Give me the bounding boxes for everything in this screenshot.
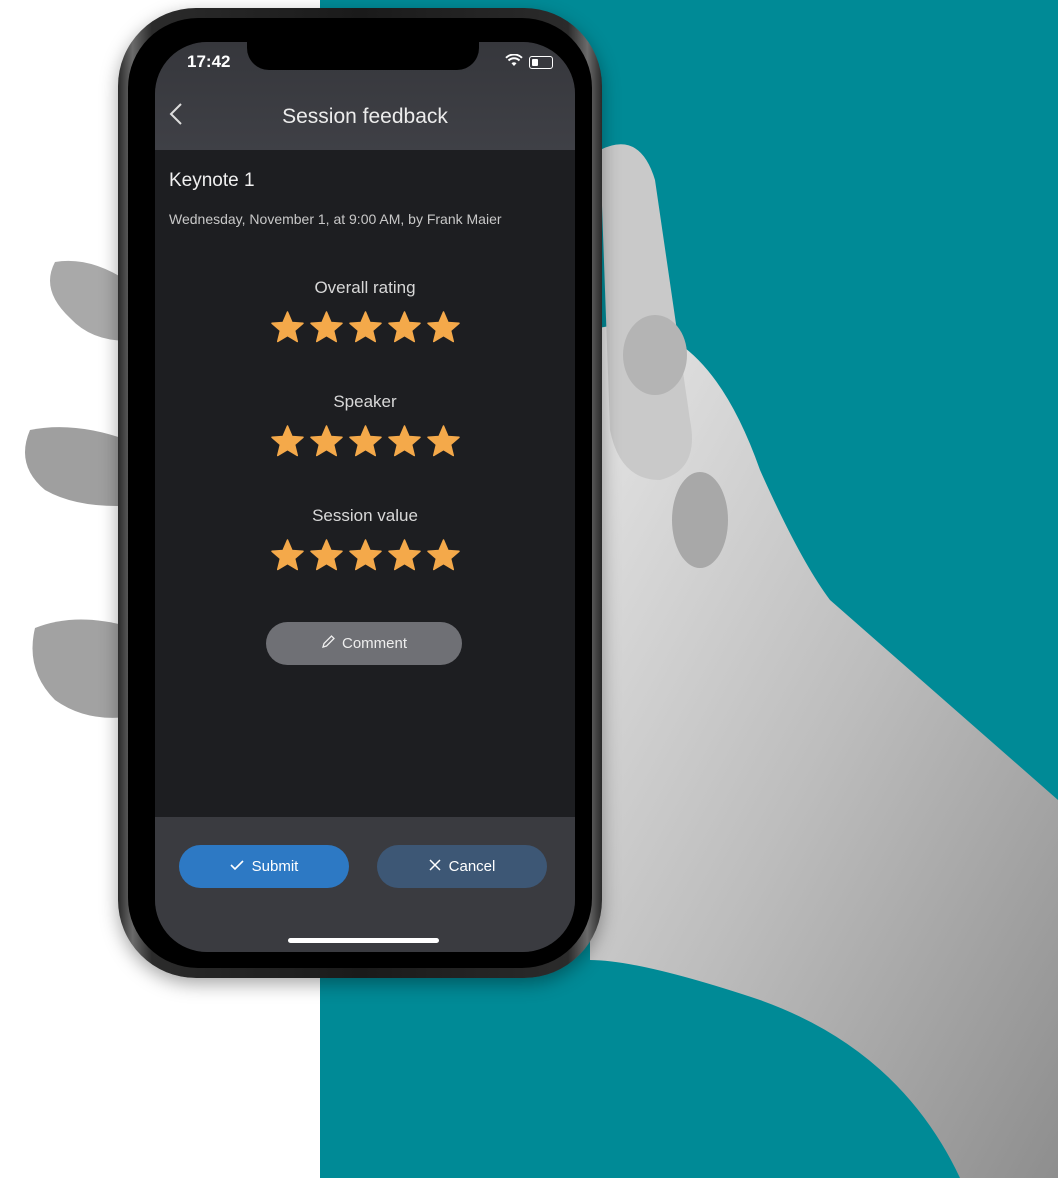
submit-button[interactable]: Submit xyxy=(179,845,349,888)
session-value-label: Session value xyxy=(312,506,418,525)
star-icon[interactable] xyxy=(426,538,461,573)
star-icon[interactable] xyxy=(348,310,383,345)
battery-icon xyxy=(529,55,553,69)
speaker-rating-stars xyxy=(155,424,575,459)
pencil-icon xyxy=(321,634,336,653)
star-icon[interactable] xyxy=(426,310,461,345)
session-title: Keynote 1 xyxy=(169,170,255,191)
speaker-rating-label: Speaker xyxy=(333,392,397,411)
status-icons xyxy=(505,53,553,70)
star-icon[interactable] xyxy=(426,424,461,459)
star-icon[interactable] xyxy=(348,424,383,459)
status-time: 17:42 xyxy=(187,52,231,71)
star-icon[interactable] xyxy=(309,310,344,345)
session-value-stars xyxy=(155,538,575,573)
home-indicator[interactable] xyxy=(288,938,439,943)
page-title: Session feedback xyxy=(282,105,448,128)
overall-rating-label: Overall rating xyxy=(314,278,416,297)
close-icon xyxy=(429,858,441,875)
notch xyxy=(247,42,479,70)
star-icon[interactable] xyxy=(270,538,305,573)
session-details: Wednesday, November 1, at 9:00 AM, by Fr… xyxy=(169,211,502,227)
star-icon[interactable] xyxy=(387,424,422,459)
submit-label: Submit xyxy=(251,858,299,875)
cancel-label: Cancel xyxy=(448,858,496,875)
star-icon[interactable] xyxy=(348,538,383,573)
star-icon[interactable] xyxy=(387,538,422,573)
star-icon[interactable] xyxy=(309,424,344,459)
overall-rating-stars xyxy=(155,310,575,345)
star-icon[interactable] xyxy=(270,310,305,345)
comment-button[interactable]: Comment xyxy=(266,622,462,665)
star-icon[interactable] xyxy=(309,538,344,573)
wifi-icon xyxy=(505,53,523,70)
checkmark-icon xyxy=(230,858,244,875)
cancel-button[interactable]: Cancel xyxy=(377,845,547,888)
star-icon[interactable] xyxy=(270,424,305,459)
comment-label: Comment xyxy=(341,635,408,652)
phone-screen: 17:42 Session feedback Keynote 1 Wednesd… xyxy=(155,42,575,952)
app-header: 17:42 Session feedback xyxy=(155,42,575,150)
star-icon[interactable] xyxy=(387,310,422,345)
